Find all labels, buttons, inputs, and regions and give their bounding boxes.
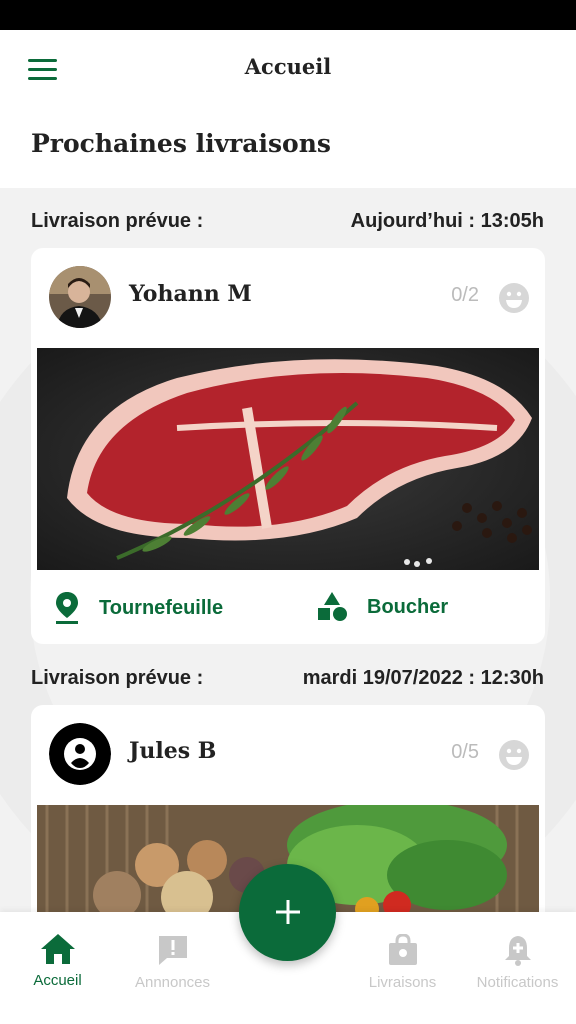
nav-item-accueil[interactable]: Accueil — [0, 934, 115, 989]
card-header: Yohann M 0/2 — [31, 248, 545, 346]
customer-name: Jules B — [129, 738, 217, 764]
product-photo — [37, 348, 539, 570]
location-label: Tournefeuille — [99, 596, 224, 619]
category-info: Boucher — [317, 592, 448, 622]
top-app-bar: Accueil — [0, 30, 576, 108]
card-header: Jules B 0/5 — [31, 705, 545, 803]
delivery-card[interactable]: Yohann M 0/2 Tournefeuille Boucher — [31, 248, 545, 644]
nav-label: Notifications — [476, 974, 559, 991]
delivery-label: Livraison prévue : — [31, 210, 204, 232]
page-title: Accueil — [244, 54, 332, 79]
smiley-icon[interactable] — [498, 739, 530, 771]
item-count: 0/2 — [451, 284, 479, 306]
home-icon — [40, 934, 75, 964]
nav-label: Accueil — [33, 972, 82, 989]
delivery-time: mardi 19/07/2022 : 12:30h — [302, 667, 544, 689]
announcement-icon — [158, 936, 187, 965]
deliveries-feed[interactable]: Livraison prévue : Aujourd’hui : 13:05h … — [0, 188, 576, 912]
location-info: Tournefeuille — [55, 592, 223, 624]
card-meta: Tournefeuille Boucher — [31, 578, 545, 638]
delivery-label: Livraison prévue : — [31, 667, 204, 689]
location-pin-icon — [56, 592, 78, 624]
item-count: 0/5 — [451, 741, 479, 763]
smiley-icon[interactable] — [498, 282, 530, 314]
plus-icon — [276, 900, 300, 924]
bell-icon — [504, 936, 531, 966]
customer-name: Yohann M — [129, 281, 252, 307]
nav-item-annonces[interactable]: Annnonces — [115, 934, 230, 991]
delivery-header: Livraison prévue : mardi 19/07/2022 : 12… — [31, 667, 544, 690]
category-label: Boucher — [367, 595, 449, 618]
avatar — [49, 266, 111, 328]
category-shapes-icon — [318, 592, 347, 621]
section-title: Prochaines livraisons — [31, 129, 331, 158]
delivery-header: Livraison prévue : Aujourd’hui : 13:05h — [31, 210, 544, 233]
bag-icon — [388, 934, 417, 965]
avatar — [49, 723, 111, 785]
status-bar — [0, 0, 576, 30]
delivery-time: Aujourd’hui : 13:05h — [350, 210, 544, 232]
nav-label: Annnonces — [134, 974, 211, 991]
nav-label: Livraisons — [368, 974, 437, 991]
nav-item-notifications[interactable]: Notifications — [460, 934, 575, 991]
add-button[interactable] — [239, 864, 336, 961]
nav-item-livraisons[interactable]: Livraisons — [345, 934, 460, 991]
